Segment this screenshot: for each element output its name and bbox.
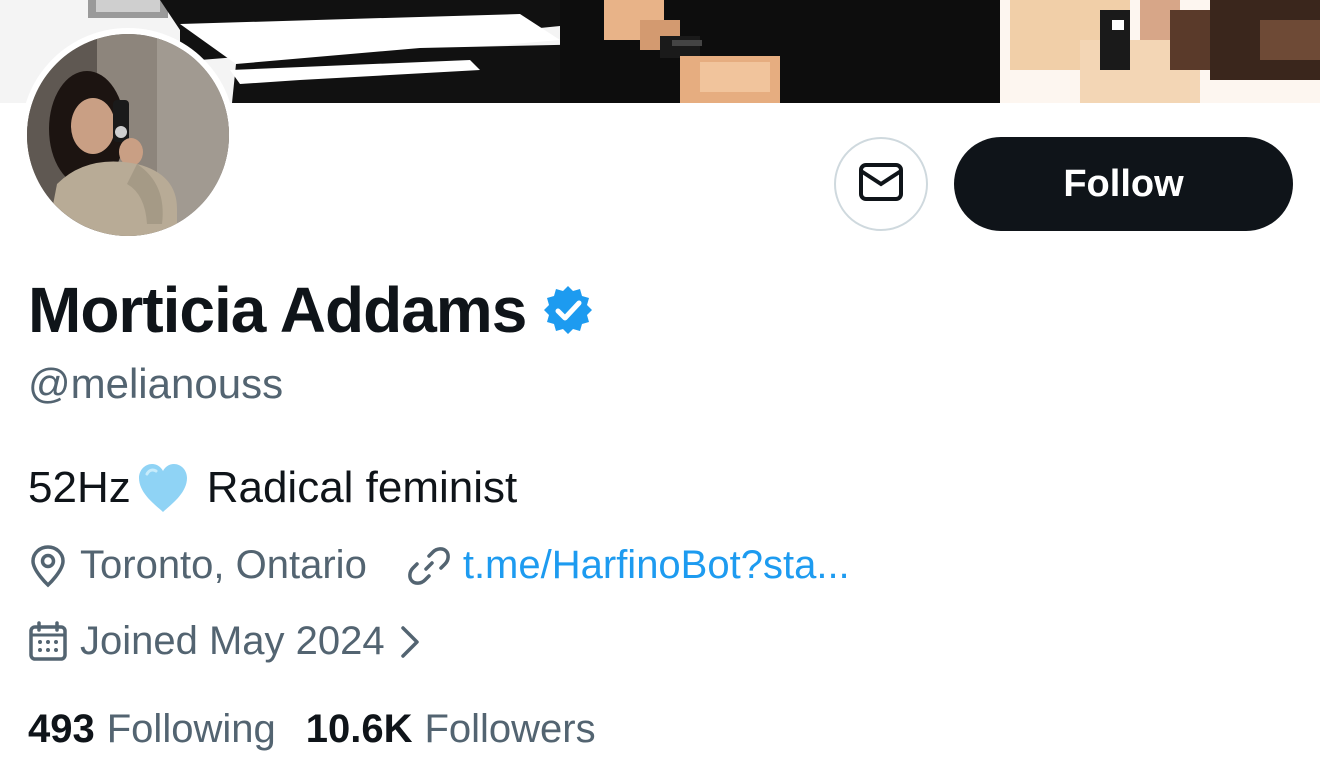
bio-suffix: Radical feminist (206, 463, 518, 512)
follow-button[interactable]: Follow (954, 137, 1293, 231)
following-stat[interactable]: 493 Following (28, 707, 276, 752)
display-name: Morticia Addams (28, 274, 527, 346)
bio-prefix: 52Hz (28, 463, 131, 512)
website-link[interactable]: t.me/HarfinoBot?sta... (463, 543, 850, 588)
location-pin-icon (28, 544, 68, 588)
following-count: 493 (28, 707, 95, 751)
profile-handle: @melianouss (28, 360, 284, 407)
profile-bio: 52Hz Radical feminist (28, 460, 517, 516)
following-label: Following (106, 707, 276, 751)
light-blue-heart-icon (135, 460, 191, 516)
envelope-icon (858, 162, 904, 207)
profile-stats: 493 Following 10.6K Followers (28, 707, 626, 752)
joined-item[interactable]: Joined May 2024 (28, 619, 421, 664)
followers-label: Followers (424, 707, 596, 751)
followers-stat[interactable]: 10.6K Followers (306, 707, 596, 752)
followers-count: 10.6K (305, 707, 413, 751)
calendar-icon (28, 620, 68, 663)
profile-name-row: Morticia Addams (28, 270, 594, 350)
joined-text: Joined May 2024 (80, 619, 385, 663)
avatar-photo (27, 34, 229, 236)
joined-row[interactable]: Joined May 2024 (28, 619, 421, 664)
verified-badge-icon[interactable] (542, 284, 594, 336)
message-button[interactable] (834, 137, 928, 231)
website-item[interactable]: t.me/HarfinoBot?sta... (407, 543, 850, 588)
link-icon (407, 544, 451, 588)
location-text: Toronto, Ontario (80, 543, 367, 587)
chevron-right-icon (399, 624, 421, 660)
location-item: Toronto, Ontario (28, 543, 367, 588)
avatar-ring (21, 28, 235, 242)
profile-meta-row: Toronto, Ontario t.me/HarfinoBot?sta... (28, 543, 850, 588)
avatar[interactable] (27, 34, 229, 236)
